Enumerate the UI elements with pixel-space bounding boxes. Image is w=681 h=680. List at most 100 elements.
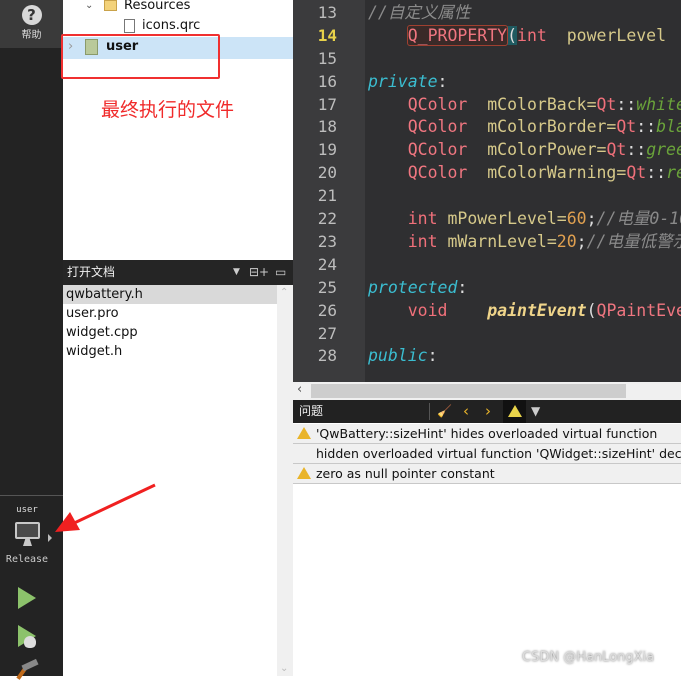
code-token: //电量0-100 — [596, 209, 681, 228]
code-token: //自定义属性 — [368, 2, 471, 22]
previous-icon[interactable]: ‹ — [463, 400, 469, 423]
document-item[interactable]: widget.h — [63, 342, 277, 361]
annotation-highlight-box — [61, 34, 220, 79]
code-line: //自定义属性 — [368, 1, 470, 24]
code-token: ; — [586, 209, 597, 228]
code-line: QColor mColorWarning=Qt::red — [368, 161, 681, 184]
scroll-down-icon[interactable]: ⌄ — [280, 663, 288, 674]
code-token: int — [517, 25, 547, 45]
annotation-arrow — [55, 483, 156, 532]
document-item[interactable]: user.pro — [63, 304, 277, 323]
code-token: int — [407, 231, 438, 251]
code-token: QColor — [407, 117, 468, 137]
code-line: QColor mColorBack=Qt::white — [368, 93, 681, 116]
code-token: Qt — [616, 117, 637, 137]
issue-text: zero as null pointer constant — [316, 466, 495, 481]
qrc-file-icon — [124, 19, 135, 33]
line-number: 18 — [317, 117, 337, 137]
kit-build-config: Release — [5, 554, 49, 565]
close-pane-icon[interactable]: ▭ — [275, 260, 286, 285]
code-token: public — [368, 346, 428, 366]
help-label: 帮助 — [21, 30, 42, 41]
code-token: QPaintEvent — [596, 300, 681, 320]
clean-icon[interactable]: 🧹 — [437, 400, 452, 423]
code-token: Qt — [626, 163, 647, 183]
code-token: ( — [507, 25, 518, 45]
editor-horizontal-scrollbar[interactable]: ‹ — [293, 382, 681, 400]
code-token: mColorBack= — [467, 94, 597, 114]
open-documents-title: 打开文档 — [67, 265, 116, 279]
run-button[interactable] — [18, 587, 36, 609]
kit-project-name: user — [16, 505, 38, 515]
code-line: protected: — [368, 276, 467, 299]
document-item[interactable]: widget.cpp — [63, 323, 277, 342]
line-number: 14 — [317, 25, 337, 45]
code-token: red — [666, 163, 681, 183]
scroll-up-icon[interactable]: ⌃ — [280, 287, 288, 298]
tree-item-label: icons.qrc — [142, 18, 201, 33]
code-token: mColorBorder= — [467, 117, 617, 137]
help-icon: ? — [21, 5, 42, 25]
code-line: QColor mColorBorder=Qt::black — [368, 115, 681, 138]
warning-icon — [297, 427, 311, 439]
code-token: private — [368, 71, 438, 91]
kit-selector-monitor-icon[interactable] — [15, 522, 40, 539]
code-token: mWarnLevel= — [437, 231, 557, 251]
help-mode-button[interactable]: ? 帮助 — [0, 0, 63, 48]
filter-icon[interactable]: ▼ — [531, 400, 540, 423]
code-token: void — [407, 300, 448, 320]
code-line: public: — [368, 344, 438, 367]
issue-row[interactable]: 'QwBattery::sizeHint' hides overloaded v… — [293, 424, 681, 444]
issue-row[interactable]: zero as null pointer constant — [293, 464, 681, 484]
code-token: Qt — [596, 94, 617, 114]
scroll-left-icon[interactable]: ‹ — [297, 382, 302, 397]
next-icon[interactable]: › — [485, 400, 491, 423]
line-number: 22 — [317, 209, 337, 228]
code-token: :: — [636, 117, 657, 137]
issues-list-empty-area — [293, 484, 681, 676]
code-token: :: — [626, 140, 647, 160]
issue-text: hidden overloaded virtual function 'QWid… — [316, 446, 681, 461]
document-item[interactable]: qwbattery.h — [63, 285, 277, 304]
code-token: QColor — [407, 94, 468, 114]
line-number: 24 — [317, 254, 337, 274]
code-token: : — [437, 71, 448, 91]
line-number: 16 — [317, 71, 337, 91]
scrollbar-thumb[interactable] — [311, 384, 626, 398]
warning-filter-button[interactable] — [503, 400, 526, 423]
open-documents-scrollbar[interactable]: ⌃ ⌄ — [277, 285, 293, 676]
line-number: 28 — [317, 346, 337, 366]
code-line: QColor mColorPower=Qt::green — [368, 138, 681, 161]
issue-row[interactable]: hidden overloaded virtual function 'QWid… — [293, 444, 681, 464]
issue-text: 'QwBattery::sizeHint' hides overloaded v… — [316, 426, 658, 441]
dropdown-icon[interactable]: ▼ — [233, 260, 240, 285]
divider — [429, 403, 430, 420]
line-number: 21 — [317, 186, 337, 206]
build-button[interactable] — [21, 658, 39, 672]
code-token: ; — [576, 231, 587, 251]
monitor-stand-icon — [23, 539, 32, 546]
code-token: //电量低警示 — [586, 231, 681, 251]
code-token: : — [457, 277, 468, 297]
code-line: int mWarnLevel=20;//电量低警示 — [368, 230, 681, 253]
code-editor[interactable]: 12 Q_OBJECT13//自定义属性14 Q_PROPERTY(int po… — [293, 0, 681, 382]
code-line: Q_PROPERTY(int powerLevel — [368, 24, 676, 47]
code-token: protected — [368, 277, 458, 297]
line-number: 20 — [317, 163, 337, 183]
code-token: black — [656, 117, 681, 137]
code-line: private: — [368, 70, 447, 93]
line-number: 23 — [317, 231, 337, 251]
code-token: 60 — [566, 209, 587, 228]
line-number: 26 — [317, 300, 337, 320]
code-token: powerLevel — [546, 25, 676, 45]
code-token: mPowerLevel= — [437, 209, 567, 228]
code-token: white — [636, 94, 681, 114]
split-icon[interactable]: ⊟+ — [249, 260, 269, 285]
line-number: 27 — [317, 323, 337, 343]
tree-item-label: Resources — [124, 0, 191, 13]
